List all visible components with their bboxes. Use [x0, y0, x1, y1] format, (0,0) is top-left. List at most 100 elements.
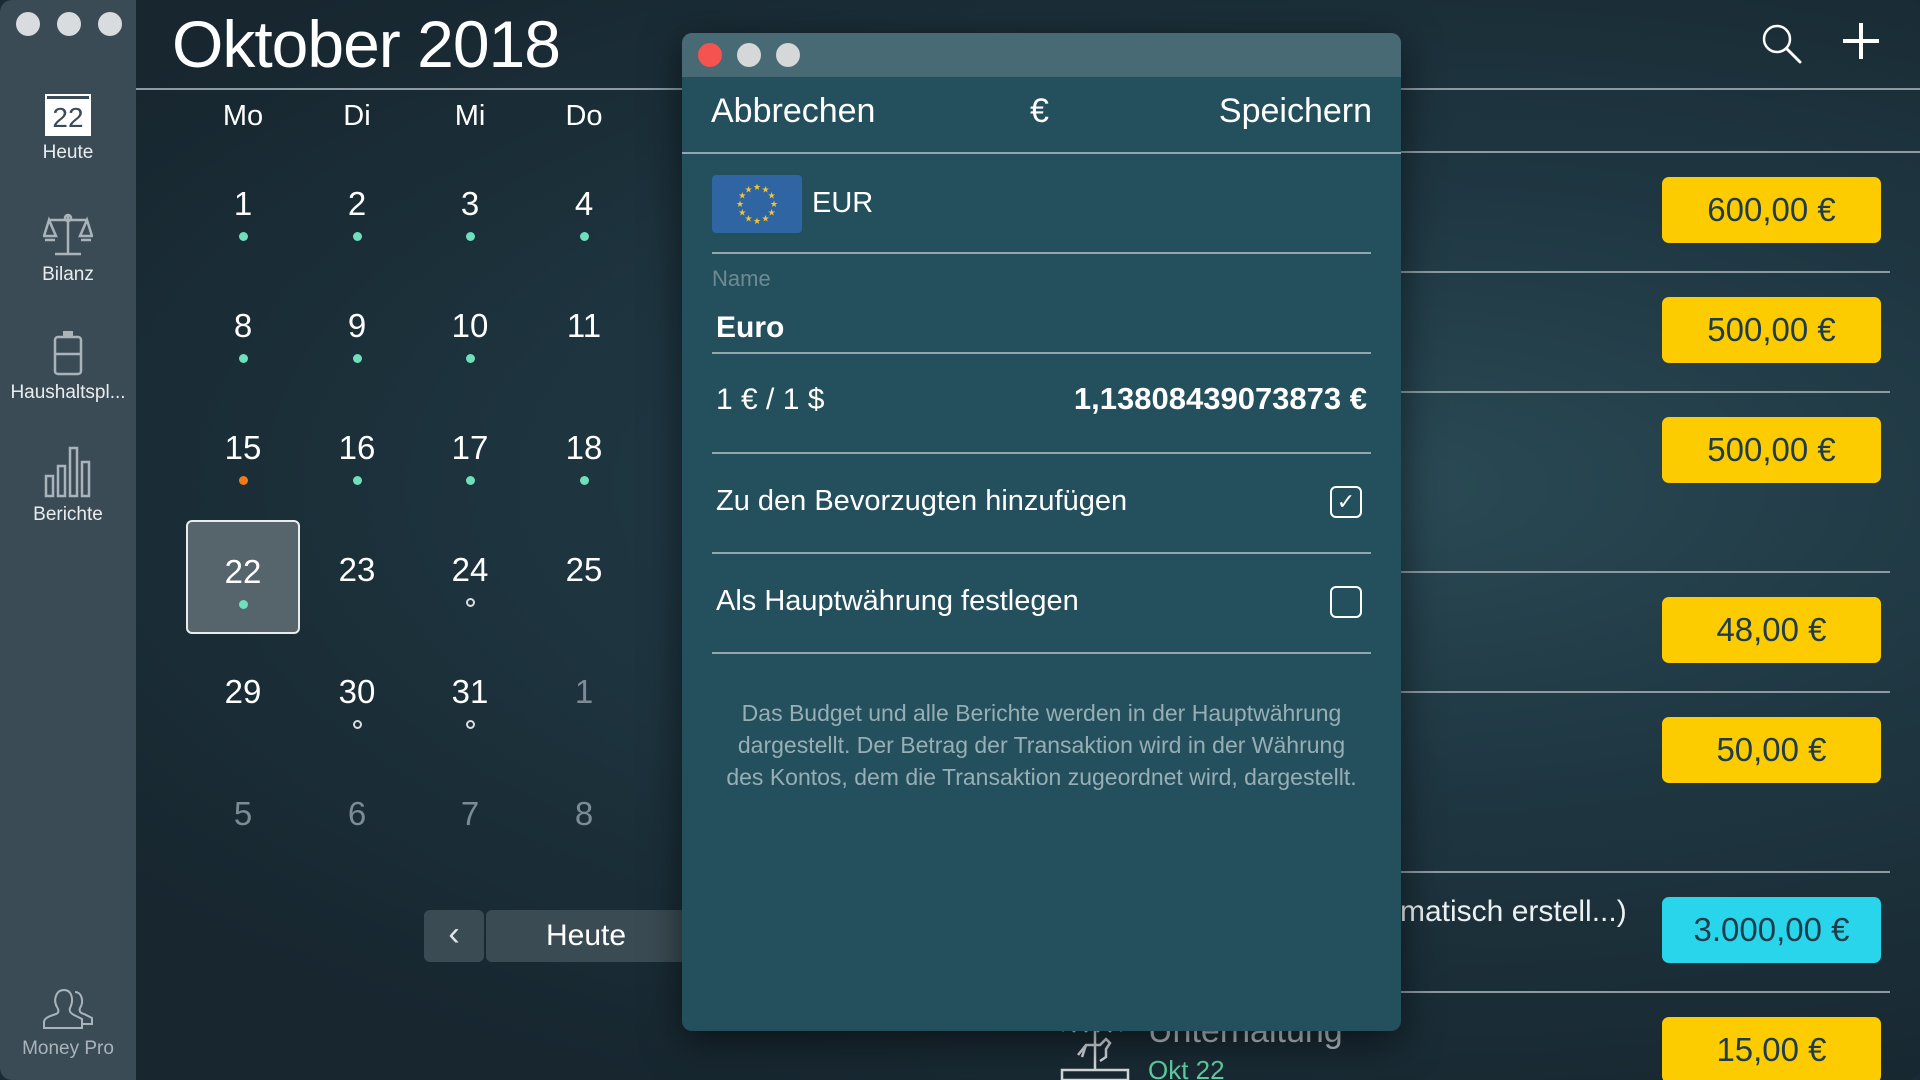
currency-symbol: € — [1030, 92, 1049, 130]
transaction-indicator — [238, 232, 248, 241]
sidebar-item-haushaltsplan[interactable]: Haushaltspl... — [0, 330, 136, 404]
calendar-day[interactable]: 30 — [300, 642, 414, 756]
day-number: 18 — [565, 429, 603, 466]
transaction-amount-badge[interactable]: 15,00 € — [1662, 1017, 1881, 1080]
currency-code[interactable]: EUR — [812, 187, 873, 220]
exchange-rate-value[interactable]: 1,13808439073873 € — [1074, 381, 1367, 417]
eu-flag-icon[interactable]: ★ ★ ★ ★ ★ ★ ★ ★ ★ ★ ★ ★ — [712, 175, 802, 233]
sidebar-item-label: Money Pro — [22, 1038, 114, 1059]
transaction-indicator — [352, 232, 362, 241]
sidebar-item-bilanz[interactable]: Bilanz — [0, 210, 136, 286]
calendar-day[interactable]: 29 — [186, 642, 300, 756]
calendar-day[interactable]: 8 — [186, 276, 300, 390]
calendar-day[interactable]: 23 — [300, 520, 414, 634]
day-number: 10 — [451, 307, 489, 344]
calendar-day[interactable]: 1 — [527, 642, 641, 756]
scheduled-indicator — [465, 598, 475, 607]
row-divider — [1401, 571, 1890, 573]
transaction-amount-badge[interactable]: 500,00 € — [1662, 297, 1881, 363]
close-window-button[interactable] — [16, 12, 40, 36]
main-currency-checkbox[interactable] — [1330, 586, 1362, 618]
day-number: 8 — [574, 795, 594, 832]
calendar-day[interactable]: 24 — [413, 520, 527, 634]
day-number: 6 — [347, 795, 367, 832]
favorite-checkbox[interactable]: ✓ — [1330, 486, 1362, 518]
add-transaction-button[interactable] — [1838, 18, 1884, 64]
star-icon: ★ — [753, 216, 761, 226]
zoom-window-button[interactable] — [98, 12, 122, 36]
chevron-left-icon: ‹ — [448, 915, 460, 953]
sidebar-item-heute[interactable]: 22 Heute — [0, 94, 136, 164]
transaction-indicator — [579, 476, 589, 485]
sidebar-item-berichte[interactable]: Berichte — [0, 446, 136, 526]
dialog-close-button[interactable] — [698, 43, 722, 67]
calendar-day[interactable]: 6 — [300, 764, 414, 878]
calendar-day[interactable]: 2 — [300, 154, 414, 268]
day-number: 16 — [338, 429, 376, 466]
day-number: 31 — [451, 673, 489, 710]
calendar-day[interactable]: 16 — [300, 398, 414, 512]
day-number: 1 — [574, 673, 594, 710]
exchange-rate-label: 1 € / 1 $ — [716, 383, 825, 416]
sidebar-item-money-pro[interactable]: Money Pro — [0, 986, 136, 1060]
transaction-amount-badge[interactable]: 500,00 € — [1662, 417, 1881, 483]
sidebar: 22 Heute Bilanz Haushaltspl... Berichte … — [0, 0, 136, 1080]
currency-edit-dialog: Abbrechen € Speichern ★ ★ ★ ★ ★ ★ ★ ★ ★ ★ ★ ★ EUR N… — [682, 33, 1401, 1031]
day-number: 4 — [574, 185, 594, 222]
star-icon: ★ — [736, 199, 744, 209]
calendar-day[interactable]: 31 — [413, 642, 527, 756]
calendar-day[interactable]: 18 — [527, 398, 641, 512]
calendar-day[interactable]: 25 — [527, 520, 641, 634]
calendar-day[interactable]: 8 — [527, 764, 641, 878]
previous-month-button[interactable]: ‹ — [424, 910, 484, 962]
weekday-header: Mo — [222, 100, 264, 132]
sidebar-item-label: Berichte — [33, 504, 103, 525]
calendar-day[interactable]: 4 — [527, 154, 641, 268]
month-name: Oktober — [172, 7, 401, 81]
favorite-option-label: Zu den Bevorzugten hinzufügen — [716, 485, 1128, 517]
scheduled-indicator — [352, 720, 362, 729]
day-number: 1 — [233, 185, 253, 222]
calendar-day[interactable]: 15 — [186, 398, 300, 512]
weekday-header: Di — [343, 100, 371, 132]
day-number: 9 — [347, 307, 367, 344]
minimize-window-button[interactable] — [57, 12, 81, 36]
calendar-day[interactable]: 7 — [413, 764, 527, 878]
transaction-amount-badge[interactable]: 50,00 € — [1662, 717, 1881, 783]
calendar-icon: 22 — [45, 94, 91, 136]
cancel-button[interactable]: Abbrechen — [711, 92, 875, 131]
row-divider — [1401, 991, 1890, 993]
calendar-day[interactable]: 10 — [413, 276, 527, 390]
calendar-day-selected[interactable]: 22 — [186, 520, 300, 634]
today-button[interactable]: Heute — [486, 910, 686, 962]
day-number: 24 — [451, 551, 489, 588]
transaction-label: matisch erstell...) — [1400, 895, 1627, 928]
transaction-amount-badge[interactable]: 600,00 € — [1662, 177, 1881, 243]
calendar-day[interactable]: 17 — [413, 398, 527, 512]
calendar-day[interactable]: 11 — [527, 276, 641, 390]
name-field[interactable]: Euro — [716, 311, 784, 345]
search-button[interactable] — [1760, 22, 1804, 66]
search-icon — [1762, 24, 1802, 64]
window-controls — [16, 12, 122, 36]
category-date: Okt 22 — [1148, 1055, 1225, 1080]
year: 2018 — [417, 7, 561, 81]
calendar-day[interactable]: 9 — [300, 276, 414, 390]
dialog-window-controls — [698, 43, 800, 67]
calendar-day[interactable]: 1 — [186, 154, 300, 268]
day-number: 22 — [224, 553, 262, 590]
calendar-day[interactable]: 3 — [413, 154, 527, 268]
row-divider — [1401, 151, 1920, 153]
calendar-day[interactable]: 5 — [186, 764, 300, 878]
star-icon: ★ — [738, 208, 746, 218]
divider — [712, 552, 1371, 554]
divider — [712, 452, 1371, 454]
transaction-indicator — [352, 476, 362, 485]
dialog-minimize-button[interactable] — [737, 43, 761, 67]
save-button[interactable]: Speichern — [1219, 92, 1372, 131]
transaction-amount-badge[interactable]: 48,00 € — [1662, 597, 1881, 663]
star-icon: ★ — [744, 184, 752, 194]
transaction-indicator — [465, 476, 475, 485]
transaction-amount-badge[interactable]: 3.000,00 € — [1662, 897, 1881, 963]
dialog-zoom-button[interactable] — [776, 43, 800, 67]
